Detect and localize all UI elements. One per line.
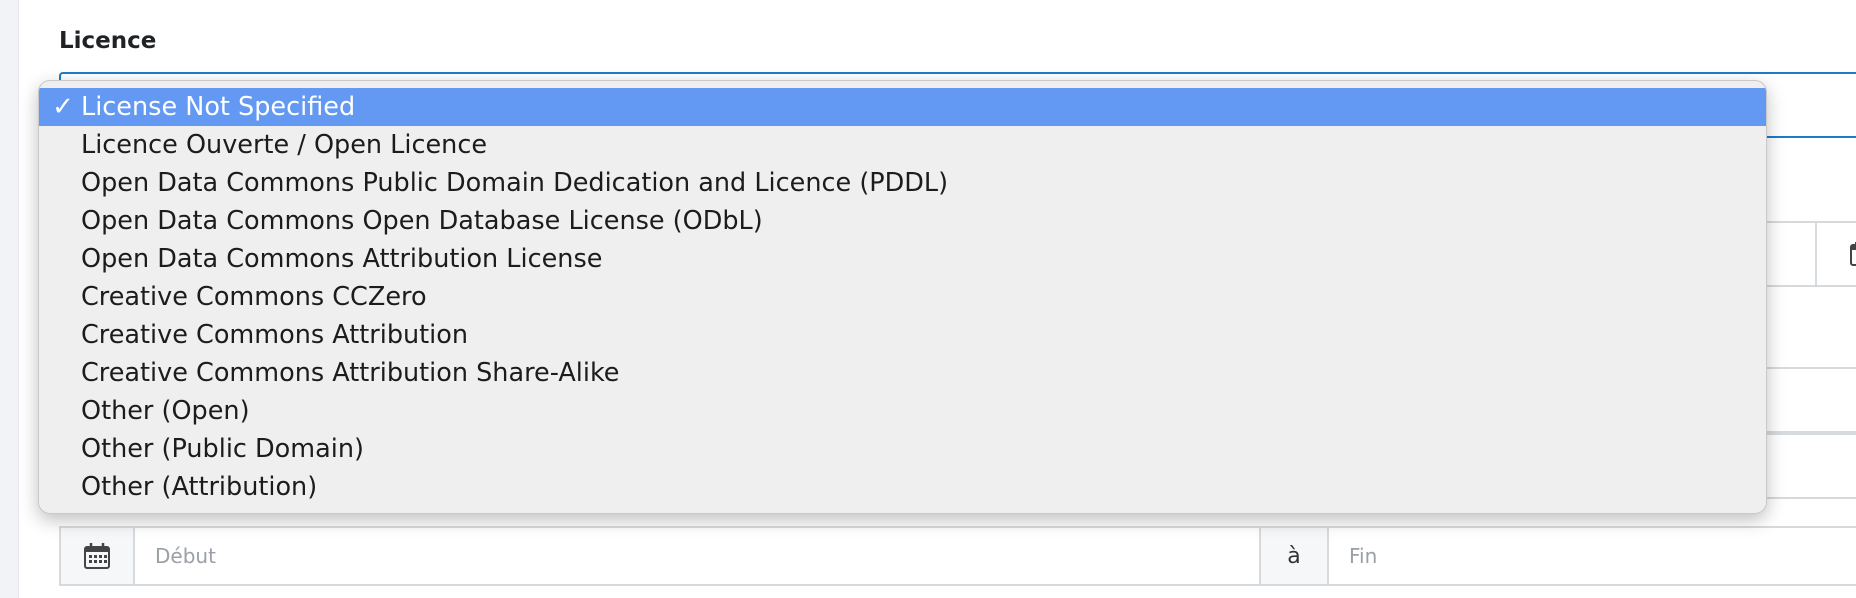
checkmark-icon: ✓ <box>52 92 74 122</box>
licence-option[interactable]: ✓ License Not Specified <box>39 88 1766 126</box>
calendar-button[interactable] <box>59 526 135 586</box>
option-label: Open Data Commons Open Database License … <box>81 206 763 236</box>
licence-option[interactable]: Creative Commons CCZero <box>39 278 1766 316</box>
option-label: Open Data Commons Public Domain Dedicati… <box>81 168 949 198</box>
end-date-input[interactable] <box>1329 526 1856 586</box>
licence-option[interactable]: Open Data Commons Open Database License … <box>39 202 1766 240</box>
licence-option[interactable]: Open Data Commons Public Domain Dedicati… <box>39 164 1766 202</box>
start-date-input[interactable] <box>135 526 1261 586</box>
licence-option[interactable]: Creative Commons Attribution <box>39 316 1766 354</box>
date-range: à <box>59 526 1856 586</box>
calendar-icon <box>1849 241 1856 267</box>
option-label: Licence Ouverte / Open Licence <box>81 130 488 160</box>
left-rail <box>0 0 19 598</box>
licence-dropdown-list: ✓ License Not Specified Licence Ouverte … <box>38 80 1767 514</box>
option-label: Open Data Commons Attribution License <box>81 244 603 274</box>
licence-option[interactable]: Other (Open) <box>39 392 1766 430</box>
licence-option[interactable]: Other (Attribution) <box>39 468 1766 506</box>
option-label: Other (Public Domain) <box>81 434 364 464</box>
calendar-button[interactable] <box>1815 221 1856 287</box>
option-label: Creative Commons CCZero <box>81 282 427 312</box>
option-label: Other (Open) <box>81 396 250 426</box>
date-separator: à <box>1261 526 1329 586</box>
licence-option[interactable]: Open Data Commons Attribution License <box>39 240 1766 278</box>
calendar-icon <box>83 542 111 570</box>
option-label: Creative Commons Attribution <box>81 320 469 350</box>
option-label: Creative Commons Attribution Share-Alike <box>81 358 620 388</box>
option-label: License Not Specified <box>81 92 356 122</box>
licence-option[interactable]: Licence Ouverte / Open Licence <box>39 126 1766 164</box>
licence-label: Licence <box>59 28 157 54</box>
licence-option[interactable]: Creative Commons Attribution Share-Alike <box>39 354 1766 392</box>
licence-option[interactable]: Other (Public Domain) <box>39 430 1766 468</box>
option-label: Other (Attribution) <box>81 472 318 502</box>
